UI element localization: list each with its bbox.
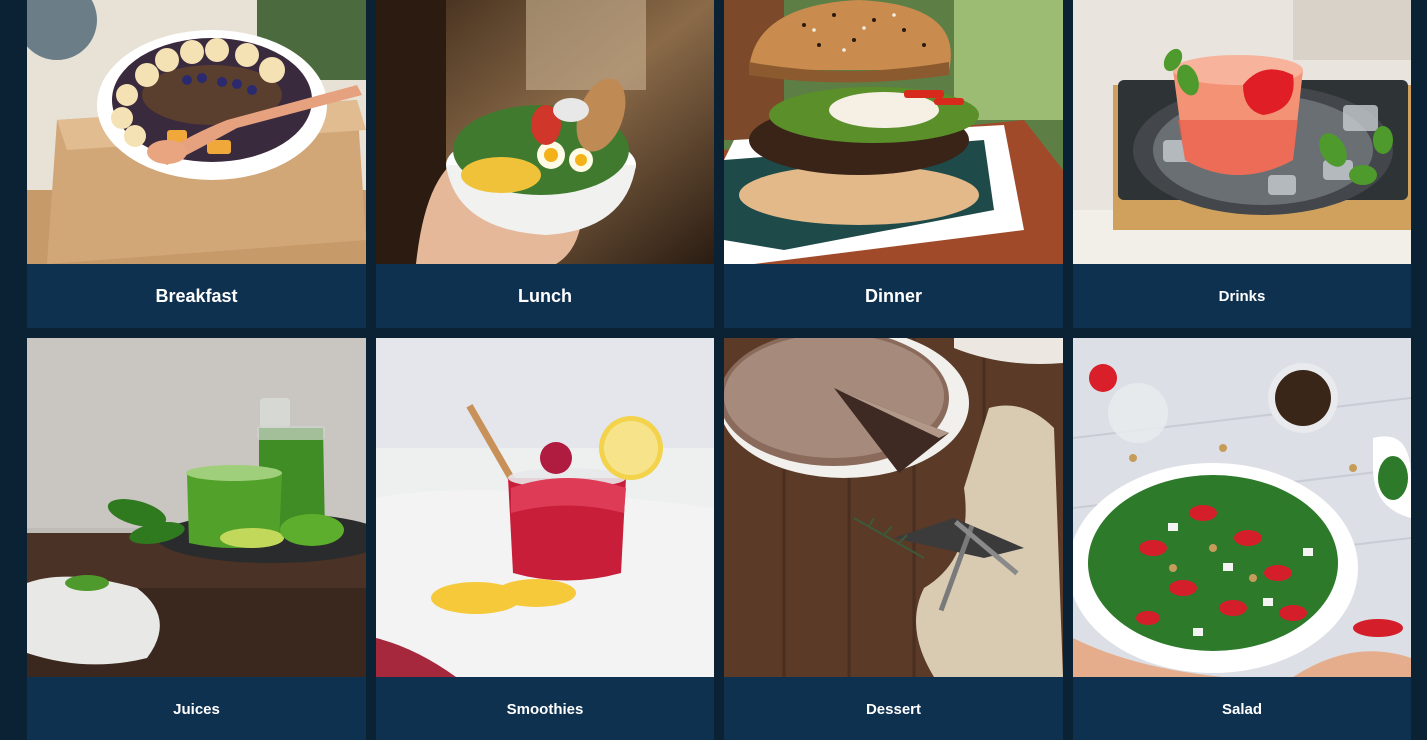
category-card-drinks[interactable]: Drinks [1073,0,1411,328]
category-label[interactable]: Juices [27,677,366,740]
category-label[interactable]: Drinks [1073,264,1411,328]
strawberry-cocktail-photo[interactable] [1073,0,1411,264]
category-card-smoothies[interactable]: Smoothies [376,338,714,740]
category-label[interactable]: Salad [1073,677,1411,740]
category-card-dessert[interactable]: Dessert [724,338,1063,740]
category-card-juices[interactable]: Juices [27,338,366,740]
cake-photo[interactable] [724,338,1063,677]
category-label[interactable]: Smoothies [376,677,714,740]
category-card-lunch[interactable]: Lunch [376,0,714,328]
category-label[interactable]: Dinner [724,264,1063,328]
burger-photo[interactable] [724,0,1063,264]
berry-smoothie-photo[interactable] [376,338,714,677]
strawberry-spinach-salad-photo[interactable] [1073,338,1411,677]
category-card-breakfast[interactable]: Breakfast [27,0,366,328]
acai-bowl-photo[interactable] [27,0,366,264]
green-juice-photo[interactable] [27,338,366,677]
category-label[interactable]: Breakfast [27,264,366,328]
salad-bowl-photo[interactable] [376,0,714,264]
category-label[interactable]: Lunch [376,264,714,328]
category-card-salad[interactable]: Salad [1073,338,1411,740]
category-grid: Breakfast Lunch Dinner Drinks Juices Smo… [27,0,1411,740]
category-label[interactable]: Dessert [724,677,1063,740]
category-card-dinner[interactable]: Dinner [724,0,1063,328]
